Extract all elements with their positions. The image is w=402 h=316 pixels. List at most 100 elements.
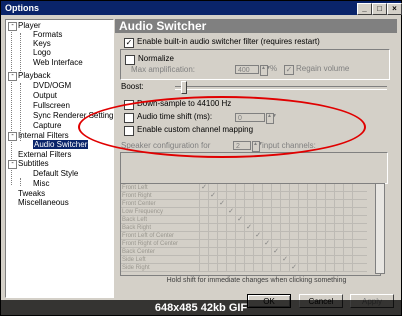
channel-cell[interactable] — [271, 184, 280, 192]
channel-cell[interactable] — [217, 208, 226, 216]
channel-cell[interactable] — [235, 192, 244, 200]
channel-row[interactable]: Front Left ✓ — [121, 184, 367, 192]
channel-cell[interactable] — [298, 256, 307, 264]
channel-cell[interactable] — [334, 200, 343, 208]
channel-cell[interactable] — [352, 232, 361, 240]
channel-cell[interactable] — [316, 256, 325, 264]
channel-cell[interactable] — [334, 240, 343, 248]
channel-cell[interactable] — [307, 240, 316, 248]
collapse-icon[interactable]: - — [8, 160, 17, 169]
channel-cell[interactable]: ✓ — [208, 192, 217, 200]
channel-cell[interactable] — [352, 216, 361, 224]
channel-cell[interactable] — [235, 200, 244, 208]
channel-cell[interactable] — [307, 256, 316, 264]
channel-cell[interactable] — [226, 216, 235, 224]
channel-cell[interactable] — [298, 224, 307, 232]
channel-cell[interactable] — [262, 184, 271, 192]
channel-cell[interactable] — [262, 256, 271, 264]
channel-cell[interactable] — [343, 216, 352, 224]
channel-cell[interactable] — [244, 256, 253, 264]
channel-row[interactable]: Side Left ✓ — [121, 256, 367, 264]
channel-cell[interactable] — [208, 184, 217, 192]
channel-cell[interactable] — [316, 200, 325, 208]
channel-cell[interactable] — [343, 208, 352, 216]
collapse-icon[interactable]: - — [8, 72, 17, 81]
channel-cell[interactable] — [208, 216, 217, 224]
channel-cell[interactable] — [289, 224, 298, 232]
boost-slider-thumb[interactable] — [181, 81, 187, 94]
channel-cell[interactable] — [289, 200, 298, 208]
tree-item-miscellaneous[interactable]: Miscellaneous — [18, 198, 69, 207]
channel-cell[interactable] — [262, 200, 271, 208]
channel-cell[interactable] — [289, 248, 298, 256]
channel-cell[interactable]: ✓ — [235, 216, 244, 224]
channel-cell[interactable] — [244, 208, 253, 216]
channel-cell[interactable] — [199, 256, 208, 264]
channel-cell[interactable] — [325, 224, 334, 232]
channel-cell[interactable] — [217, 224, 226, 232]
channel-cell[interactable] — [316, 216, 325, 224]
channel-cell[interactable] — [217, 184, 226, 192]
channel-cell[interactable]: ✓ — [289, 264, 298, 272]
channel-cell[interactable] — [307, 224, 316, 232]
channel-row[interactable]: Front Center ✓ — [121, 200, 367, 208]
channel-cell[interactable] — [271, 200, 280, 208]
tree-item-capture[interactable]: Capture — [33, 121, 61, 130]
channel-mapping-grid[interactable]: Front Left ✓ Front Right ✓ Front Center ✓ Low … — [120, 183, 381, 276]
channel-cell[interactable]: ✓ — [280, 256, 289, 264]
channel-cell[interactable] — [316, 232, 325, 240]
channel-cell[interactable] — [244, 184, 253, 192]
collapse-icon[interactable]: - — [8, 22, 17, 31]
channel-cell[interactable] — [244, 192, 253, 200]
channel-cell[interactable] — [271, 208, 280, 216]
channel-row[interactable]: Side Right ✓ — [121, 264, 367, 272]
channel-row[interactable]: Back Center ✓ — [121, 248, 367, 256]
tree-item-external-filters[interactable]: External Filters — [18, 150, 71, 159]
channel-cell[interactable] — [298, 232, 307, 240]
channel-cell[interactable] — [199, 216, 208, 224]
channel-cell[interactable] — [289, 240, 298, 248]
channel-cell[interactable] — [343, 192, 352, 200]
regain-volume-checkbox[interactable]: ✓ — [284, 65, 294, 75]
title-bar[interactable]: Options _ □ × — [1, 1, 402, 15]
channel-cell[interactable] — [334, 208, 343, 216]
channel-cell[interactable] — [253, 216, 262, 224]
minimize-button[interactable]: _ — [357, 3, 372, 15]
channel-cell[interactable] — [334, 192, 343, 200]
channel-cell[interactable] — [316, 192, 325, 200]
channel-cell[interactable] — [307, 192, 316, 200]
tree-item-player[interactable]: Player — [18, 21, 41, 30]
channel-cell[interactable] — [199, 192, 208, 200]
tree-item-playback[interactable]: Playback — [18, 71, 50, 80]
channel-cell[interactable] — [253, 184, 262, 192]
channel-cell[interactable] — [289, 256, 298, 264]
channel-cell[interactable] — [271, 232, 280, 240]
channel-cell[interactable] — [352, 184, 361, 192]
channel-grid-scrollbar[interactable] — [375, 183, 385, 274]
channel-cell[interactable] — [334, 248, 343, 256]
channel-cell[interactable] — [262, 208, 271, 216]
channel-cell[interactable] — [262, 192, 271, 200]
channel-cell[interactable] — [307, 264, 316, 272]
channel-cell[interactable] — [226, 232, 235, 240]
channel-cell[interactable] — [352, 264, 361, 272]
channel-cell[interactable] — [208, 256, 217, 264]
channel-cell[interactable] — [280, 200, 289, 208]
normalize-checkbox[interactable] — [125, 55, 135, 65]
channel-cell[interactable] — [271, 256, 280, 264]
channel-cell[interactable] — [316, 240, 325, 248]
max-amplification-spinner[interactable]: ▲▼ — [260, 65, 271, 76]
channel-cell[interactable] — [352, 208, 361, 216]
channel-cell[interactable] — [334, 232, 343, 240]
channel-cell[interactable] — [199, 240, 208, 248]
tree-item-web-interface[interactable]: Web Interface — [33, 58, 83, 67]
channel-cell[interactable]: ✓ — [217, 200, 226, 208]
channel-cell[interactable] — [307, 208, 316, 216]
channel-cell[interactable] — [307, 248, 316, 256]
channel-cell[interactable] — [280, 248, 289, 256]
channel-cell[interactable] — [352, 240, 361, 248]
channel-cell[interactable] — [352, 256, 361, 264]
tree-item-keys[interactable]: Keys — [33, 39, 51, 48]
channel-cell[interactable] — [226, 264, 235, 272]
channel-cell[interactable] — [262, 264, 271, 272]
